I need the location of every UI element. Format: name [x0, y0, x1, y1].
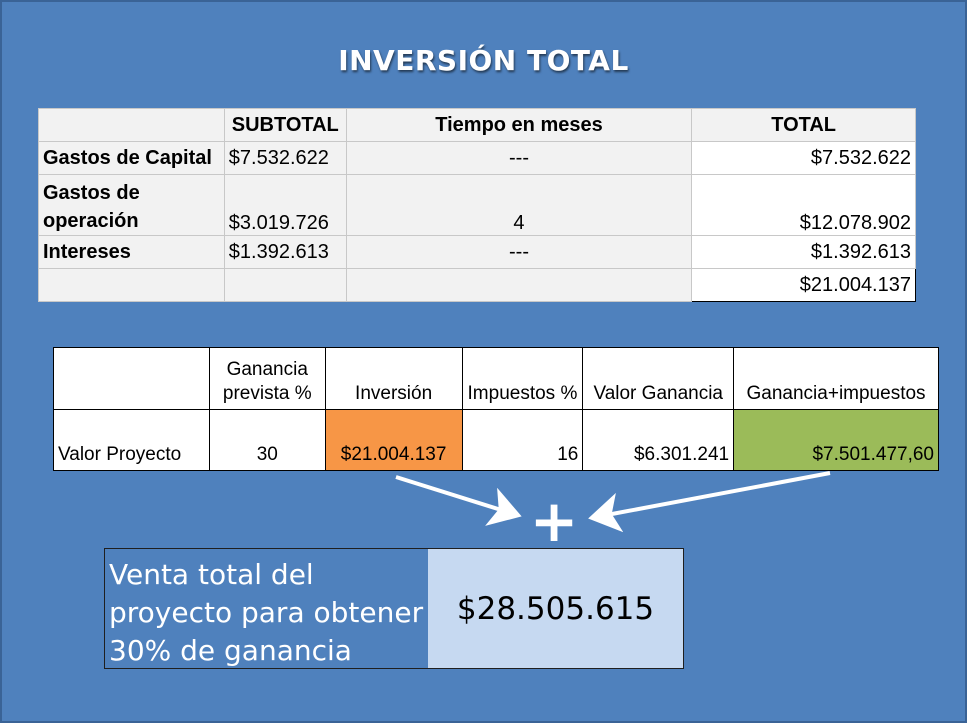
venta-total-box: Venta total del proyecto para obtener 30…: [104, 548, 684, 669]
left-arrow-icon: [395, 475, 522, 526]
plus-icon: +: [530, 487, 579, 555]
right-arrow-icon: [588, 471, 831, 533]
venta-total-label: Venta total del proyecto para obtener 30…: [105, 549, 428, 668]
venta-total-value: $28.505.615: [428, 549, 683, 668]
